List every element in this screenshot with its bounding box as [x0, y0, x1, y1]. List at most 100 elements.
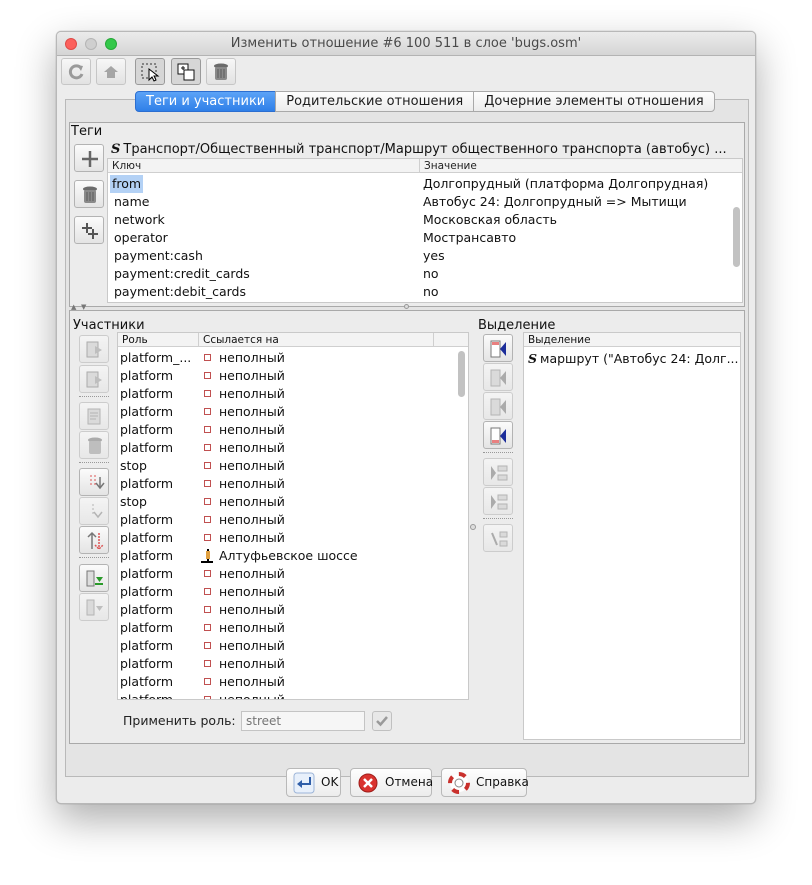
- member-reference[interactable]: неполный: [219, 583, 285, 601]
- member-role[interactable]: platform: [120, 601, 196, 619]
- member-row[interactable]: platform неполный: [118, 421, 458, 439]
- tag-key[interactable]: payment:credit_cards: [114, 265, 250, 283]
- add-selected-at-start-button[interactable]: [483, 334, 513, 362]
- member-row[interactable]: platform неполный: [118, 439, 458, 457]
- member-row[interactable]: platform неполный: [118, 583, 458, 601]
- member-reference[interactable]: неполный: [219, 367, 285, 385]
- member-role[interactable]: platform: [120, 637, 196, 655]
- members-split-grip-icon[interactable]: [470, 524, 476, 530]
- member-reference[interactable]: неполный: [219, 385, 285, 403]
- tab-parent-relations[interactable]: Родительские отношения: [275, 91, 475, 112]
- member-reference[interactable]: неполный: [219, 619, 285, 637]
- member-row[interactable]: stop неполный: [118, 457, 458, 475]
- delete-relation-button[interactable]: [206, 58, 236, 85]
- tag-value[interactable]: Мострансавто: [423, 229, 516, 247]
- tag-value[interactable]: no: [423, 283, 439, 301]
- member-reference[interactable]: неполный: [219, 349, 285, 367]
- preset-path[interactable]: S Транспорт/Общественный транспорт/Маршру…: [111, 142, 741, 158]
- selection-column-header[interactable]: Выделение: [524, 333, 740, 347]
- member-role[interactable]: stop: [120, 493, 196, 511]
- value-column-header[interactable]: Значение: [419, 159, 477, 173]
- member-row[interactable]: platform неполный: [118, 673, 458, 691]
- member-role[interactable]: platform: [120, 439, 196, 457]
- add-at-start-button[interactable]: [79, 593, 109, 621]
- member-role[interactable]: platform: [120, 529, 196, 547]
- tag-value[interactable]: Московская область: [423, 211, 557, 229]
- move-down-button[interactable]: [79, 468, 109, 496]
- member-role[interactable]: platform_...: [120, 349, 196, 367]
- tag-row[interactable]: network Московская область: [108, 211, 728, 229]
- member-reference[interactable]: неполный: [219, 403, 285, 421]
- refresh-button[interactable]: [61, 58, 91, 85]
- maximize-window-button[interactable]: [105, 38, 117, 50]
- member-role[interactable]: platform: [120, 511, 196, 529]
- member-row[interactable]: platform неполный: [118, 475, 458, 493]
- add-selected-before-button[interactable]: [483, 363, 513, 391]
- member-reference[interactable]: неполный: [219, 475, 285, 493]
- member-role[interactable]: platform: [120, 583, 196, 601]
- member-role[interactable]: platform: [120, 619, 196, 637]
- member-reference[interactable]: неполный: [219, 511, 285, 529]
- cancel-button[interactable]: Отмена: [350, 768, 433, 797]
- member-row[interactable]: platform неполный: [118, 691, 458, 699]
- add-tag-button[interactable]: [74, 144, 104, 172]
- move-to-selection-button[interactable]: [79, 335, 109, 363]
- member-role[interactable]: platform: [120, 673, 196, 691]
- tag-value[interactable]: yes: [423, 247, 445, 265]
- member-row[interactable]: platform неполный: [118, 601, 458, 619]
- role-column-header[interactable]: Роль: [122, 333, 148, 347]
- tag-row[interactable]: payment:debit_cards no: [108, 283, 728, 301]
- reverse-button[interactable]: [79, 526, 109, 554]
- member-row[interactable]: platform Алтуфьевское шоссе: [118, 547, 458, 565]
- tag-row[interactable]: operator Мострансавто: [108, 229, 728, 247]
- member-reference[interactable]: неполный: [219, 691, 285, 699]
- member-row[interactable]: platform неполный: [118, 529, 458, 547]
- sort-selected-button[interactable]: [483, 524, 513, 552]
- member-row[interactable]: platform неполный: [118, 511, 458, 529]
- apply-role-button[interactable]: [372, 711, 392, 731]
- member-role[interactable]: platform: [120, 691, 196, 699]
- member-row[interactable]: platform_... неполный: [118, 349, 458, 367]
- add-selected-at-end-button[interactable]: [483, 421, 513, 449]
- member-reference[interactable]: неполный: [219, 529, 285, 547]
- tag-row[interactable]: payment:cash yes: [108, 247, 728, 265]
- member-role[interactable]: platform: [120, 421, 196, 439]
- tag-key[interactable]: payment:debit_cards: [114, 283, 246, 301]
- member-reference[interactable]: неполный: [219, 673, 285, 691]
- member-row[interactable]: platform неполный: [118, 385, 458, 403]
- member-reference[interactable]: неполный: [219, 565, 285, 583]
- selection-item[interactable]: Sмаршрут ("Автобус 24: Долг...: [528, 351, 739, 366]
- minimize-window-button[interactable]: [85, 38, 97, 50]
- member-role[interactable]: platform: [120, 565, 196, 583]
- tag-value[interactable]: Долгопрудный (платформа Долгопрудная): [423, 175, 708, 193]
- add-to-end-button[interactable]: [79, 564, 109, 592]
- paste-tags-button[interactable]: [74, 216, 104, 244]
- extra-column-header[interactable]: [433, 333, 453, 347]
- member-reference[interactable]: неполный: [219, 421, 285, 439]
- add-selected-after-button[interactable]: [483, 392, 513, 420]
- upload-button[interactable]: [96, 58, 126, 85]
- member-row[interactable]: platform неполный: [118, 655, 458, 673]
- tag-key[interactable]: operator: [114, 229, 168, 247]
- member-role[interactable]: platform: [120, 475, 196, 493]
- tag-value[interactable]: no: [423, 265, 439, 283]
- remove-selected-button[interactable]: [483, 458, 513, 486]
- tag-row[interactable]: from Долгопрудный (платформа Долгопрудная…: [108, 175, 728, 193]
- zoom-to-button[interactable]: [171, 58, 201, 85]
- member-reference[interactable]: неполный: [219, 493, 285, 511]
- member-reference[interactable]: неполный: [219, 637, 285, 655]
- delete-member-button[interactable]: [79, 431, 109, 459]
- tag-table-scrollbar[interactable]: [733, 207, 740, 267]
- members-table-scrollbar[interactable]: [458, 351, 465, 397]
- member-role[interactable]: platform: [120, 403, 196, 421]
- member-reference[interactable]: Алтуфьевское шоссе: [219, 547, 358, 565]
- edit-member-button[interactable]: [79, 402, 109, 430]
- member-role[interactable]: platform: [120, 367, 196, 385]
- member-role[interactable]: platform: [120, 547, 196, 565]
- tag-key[interactable]: payment:cash: [114, 247, 203, 265]
- member-reference[interactable]: неполный: [219, 439, 285, 457]
- member-role[interactable]: platform: [120, 655, 196, 673]
- close-window-button[interactable]: [65, 38, 77, 50]
- tag-key[interactable]: from: [110, 175, 144, 193]
- apply-role-input[interactable]: [241, 711, 365, 731]
